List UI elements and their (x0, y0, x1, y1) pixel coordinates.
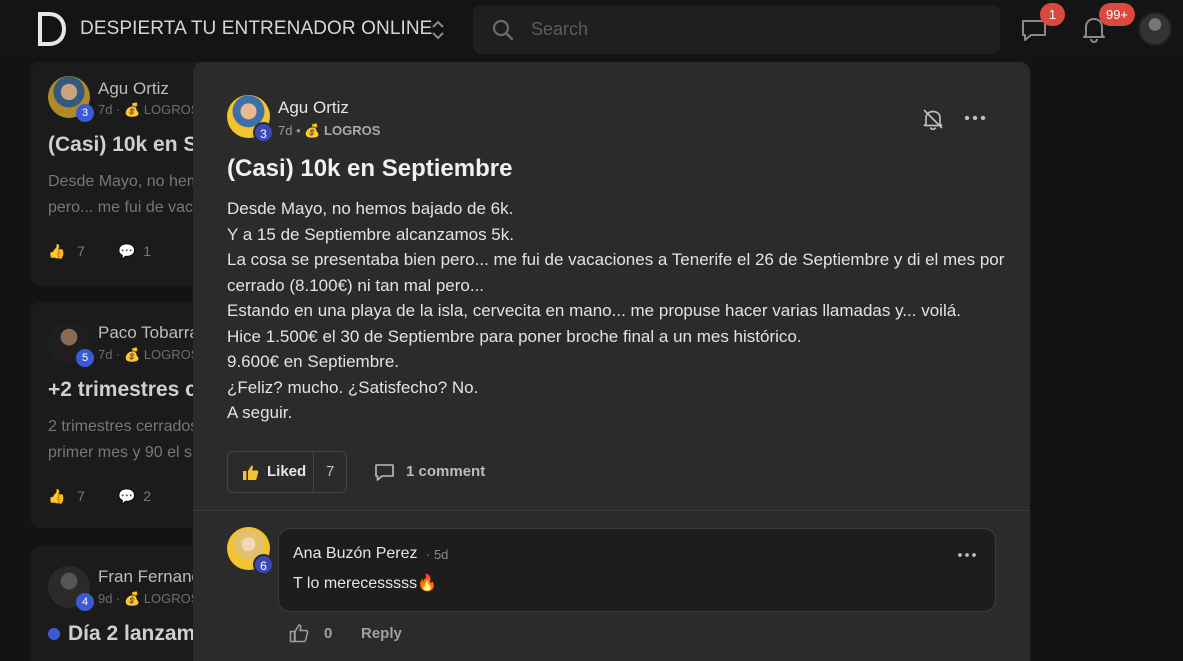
divider (313, 452, 314, 492)
like-count[interactable]: 7 (326, 463, 334, 480)
post-body-line: Desde Mayo, no hemos bajado de 6k. (227, 199, 514, 218)
comment-more-options-icon[interactable] (957, 549, 977, 561)
comments-button[interactable]: 💬 2 (118, 488, 151, 505)
top-navbar: DESPIERTA TU ENTRENADOR ONLINE 1 99+ (0, 0, 1183, 58)
app-root: DESPIERTA TU ENTRENADOR ONLINE 1 99+ 3 A… (0, 0, 1183, 661)
post-category[interactable]: LOGROS (324, 123, 380, 138)
group-switcher-icon[interactable] (428, 18, 448, 42)
mute-notifications-icon[interactable] (921, 107, 945, 131)
post-body-line: Hice 1.500€ el 30 de Septiembre para pon… (227, 326, 802, 346)
search-icon (492, 19, 514, 41)
comment-like-count: 0 (324, 625, 333, 642)
divider (193, 510, 1030, 511)
post-body: Desde Mayo, no hemos bajado de 6k. Y a 1… (227, 196, 1007, 426)
like-button[interactable]: 👍 7 (48, 488, 85, 505)
comments-button[interactable]: 💬 1 (118, 243, 151, 260)
logo-icon[interactable] (36, 12, 66, 46)
post-body-line: 9.600€ en Septiembre. (227, 352, 400, 371)
level-badge: 6 (253, 554, 274, 575)
post-category[interactable]: LOGROS (144, 591, 200, 606)
more-options-icon[interactable] (963, 110, 987, 126)
post-author[interactable]: Agu Ortiz (98, 79, 169, 99)
post-detail-modal: 3 Agu Ortiz 7d • 💰 LOGROS (Casi) 10k en … (193, 62, 1030, 661)
comment-count: 2 (143, 488, 152, 504)
post-category[interactable]: LOGROS (144, 347, 200, 362)
post-title: (Casi) 10k en Septiembre (227, 155, 513, 182)
post-meta: 7d · 💰 LOGROS (98, 347, 200, 362)
excerpt-line: primer mes y 90 el s (48, 444, 193, 461)
comment-text: T lo merecesssss🔥 (293, 575, 438, 592)
post-author[interactable]: Paco Tobarra (98, 323, 199, 343)
reply-button[interactable]: Reply (361, 625, 402, 642)
level-badge: 3 (253, 122, 274, 143)
unread-dot (48, 628, 60, 641)
post-meta: 7d · 💰 LOGROS (98, 102, 200, 117)
search-bar[interactable] (473, 5, 1000, 54)
comment-count[interactable]: 1 comment (406, 463, 485, 480)
like-button[interactable]: 👍 7 (48, 243, 85, 260)
comment-icon[interactable] (374, 463, 395, 482)
post-meta: 9d · 💰 LOGROS (98, 591, 200, 606)
post-body-line: Y a 15 de Septiembre alcanzamos 5k. (227, 224, 514, 244)
post-time: 7d (98, 347, 113, 362)
post-body-line: La cosa se presentaba bien pero... me fu… (227, 250, 1005, 295)
level-badge: 3 (76, 104, 94, 122)
like-count: 7 (77, 243, 85, 259)
post-time: 9d (98, 591, 113, 606)
post-author[interactable]: Agu Ortiz (278, 98, 349, 118)
comment-time: · 5d (426, 547, 449, 562)
post-body-line: Estando en una playa de la isla, cerveci… (227, 301, 961, 320)
post-category[interactable]: LOGROS (144, 102, 200, 117)
comment-count: 1 (143, 243, 152, 259)
post-excerpt: 2 trimestres cerrados primer mes y 90 el … (48, 414, 198, 466)
post-time: 7d (278, 123, 293, 138)
excerpt-line: 2 trimestres cerrados (48, 418, 199, 435)
like-button[interactable]: Liked 7 (227, 451, 347, 493)
post-body-line: ¿Feliz? mucho. ¿Satisfecho? No. (227, 377, 479, 397)
user-avatar[interactable] (1138, 12, 1172, 46)
comment-author[interactable]: Ana Buzón Perez (293, 545, 418, 563)
post-time: 7d (98, 102, 113, 117)
level-badge: 4 (76, 593, 94, 611)
chat-badge: 1 (1040, 3, 1065, 26)
group-name[interactable]: DESPIERTA TU ENTRENADOR ONLINE (80, 18, 432, 40)
thumbs-up-icon (243, 465, 259, 480)
level-badge: 5 (76, 349, 94, 367)
comment-bubble: Ana Buzón Perez · 5d T lo merecesssss🔥 (278, 528, 996, 612)
post-meta: 7d • 💰 LOGROS (278, 123, 381, 138)
like-count: 7 (77, 488, 85, 504)
search-input[interactable] (531, 17, 971, 42)
post-body-line: A seguir. (227, 403, 293, 422)
liked-label: Liked (267, 463, 307, 480)
thumbs-up-icon[interactable] (289, 623, 309, 643)
notifications-badge: 99+ (1099, 3, 1135, 26)
